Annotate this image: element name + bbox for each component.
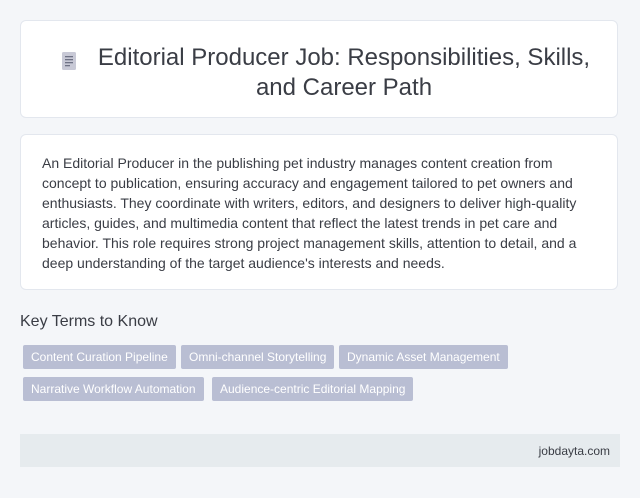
key-terms-heading: Key Terms to Know — [20, 313, 158, 330]
document-icon — [59, 51, 79, 71]
key-term-tag[interactable]: Content Curation Pipeline — [23, 345, 176, 369]
key-term-tag[interactable]: Dynamic Asset Management — [339, 345, 508, 369]
key-term-tag[interactable]: Omni-channel Storytelling — [181, 345, 335, 369]
key-term-tag[interactable]: Narrative Workflow Automation — [23, 377, 204, 401]
footer-bar: jobdayta.com — [20, 434, 620, 467]
summary-card: An Editorial Producer in the publishing … — [20, 134, 618, 290]
footer-site-link[interactable]: jobdayta.com — [539, 443, 610, 459]
key-term-tag[interactable]: Audience-centric Editorial Mapping — [212, 377, 414, 401]
header-card: Editorial Producer Job: Responsibilities… — [20, 20, 618, 118]
summary-text: An Editorial Producer in the publishing … — [42, 155, 577, 271]
page-title: Editorial Producer Job: Responsibilities… — [97, 44, 591, 101]
